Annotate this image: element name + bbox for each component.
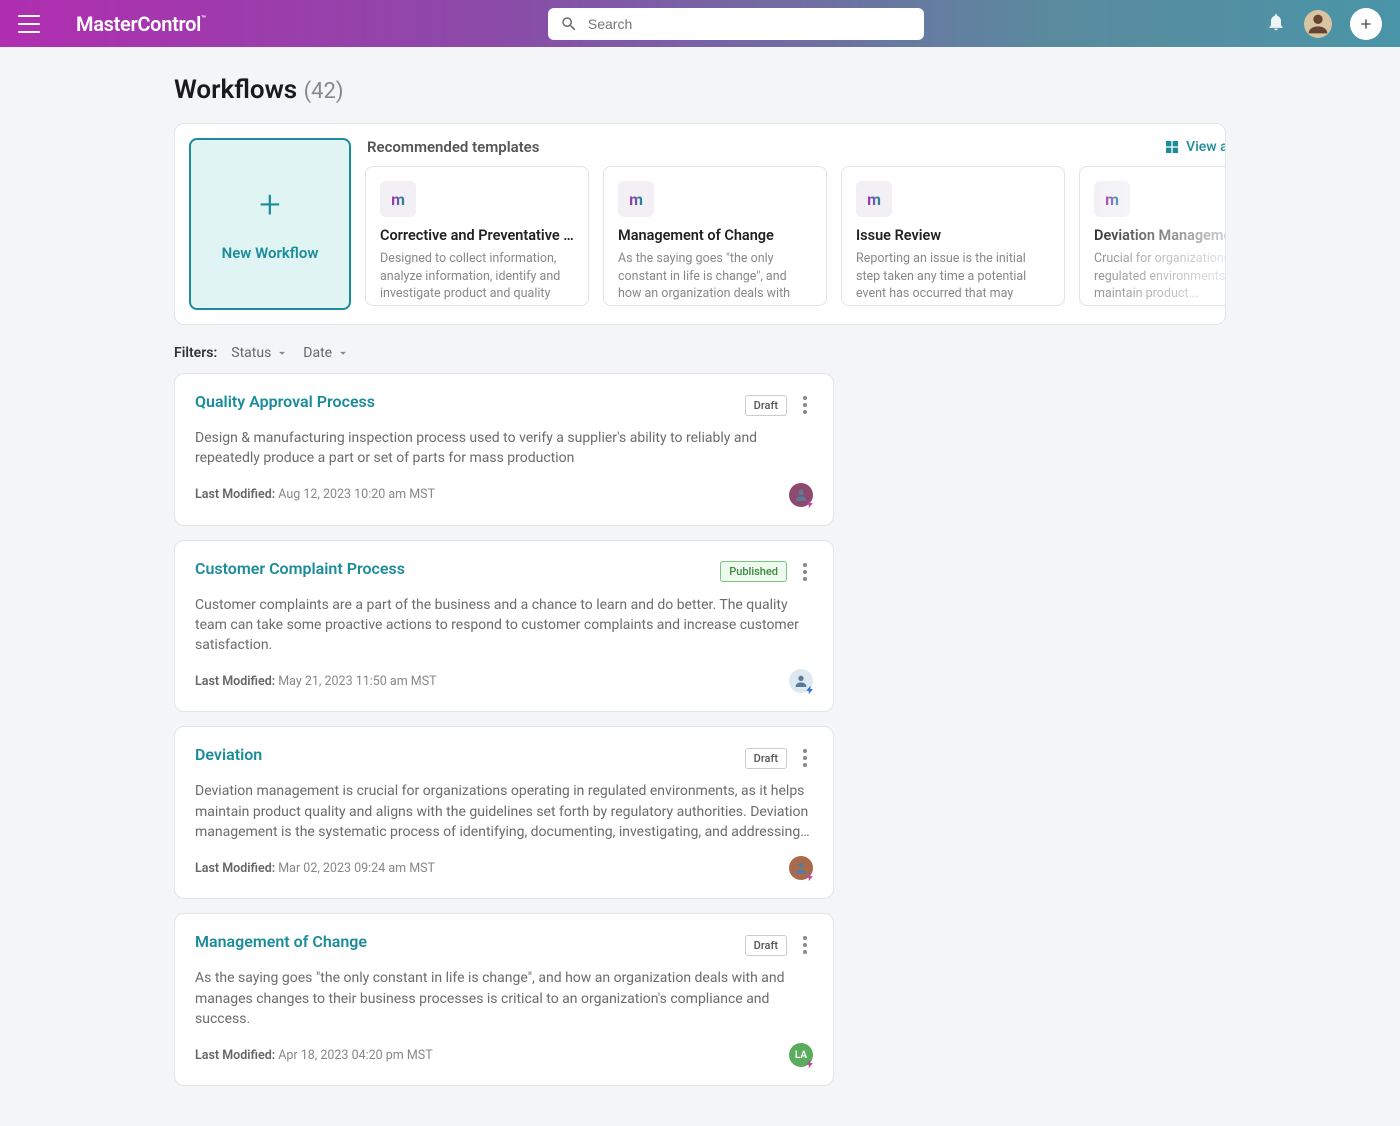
notifications-button[interactable] (1266, 12, 1286, 36)
workflow-menu-button[interactable] (797, 932, 813, 958)
view-all-templates-link[interactable]: View all templates (1164, 139, 1226, 155)
bolt-icon (805, 1059, 815, 1069)
filter-date[interactable]: Date (303, 345, 350, 361)
template-desc: Crucial for organizations in regulated e… (1094, 250, 1226, 303)
page-content: Workflows (42) + New Workflow Recommende… (174, 47, 1226, 1126)
template-title: Issue Review (856, 227, 1050, 244)
search-container (206, 8, 1266, 40)
bolt-icon (805, 685, 815, 695)
brand-logo: MasterControl™ (76, 12, 206, 36)
template-card[interactable]: m Issue Review Reporting an issue is the… (841, 166, 1065, 306)
templates-panel: + New Workflow Recommended templates Vie… (174, 123, 1226, 325)
workflow-count: (42) (304, 79, 344, 104)
workflow-description: Deviation management is crucial for orga… (195, 781, 813, 842)
last-modified: Last Modified: Mar 02, 2023 09:24 am MST (195, 861, 435, 876)
owner-avatar[interactable] (789, 669, 813, 693)
workflow-list: Quality Approval Process Draft Design & … (174, 373, 834, 1086)
template-carousel: m Corrective and Preventative A... Desig… (365, 166, 1226, 306)
plus-icon (1358, 16, 1374, 32)
status-badge: Draft (745, 395, 787, 416)
owner-avatar[interactable] (789, 856, 813, 880)
filters-label: Filters: (174, 345, 217, 361)
template-title: Corrective and Preventative A... (380, 227, 574, 244)
filter-status[interactable]: Status (231, 345, 289, 361)
bolt-icon (805, 872, 815, 882)
user-avatar[interactable] (1304, 10, 1332, 38)
workflow-title-link[interactable]: Management of Change (195, 932, 367, 951)
bolt-icon (805, 499, 815, 509)
last-modified: Last Modified: Aug 12, 2023 10:20 am MST (195, 487, 435, 502)
workflow-menu-button[interactable] (797, 745, 813, 771)
add-button[interactable] (1350, 8, 1382, 40)
app-header: MasterControl™ (0, 0, 1400, 47)
search-icon (560, 15, 578, 33)
new-workflow-card[interactable]: + New Workflow (189, 138, 351, 310)
chevron-down-icon (336, 346, 350, 360)
workflow-menu-button[interactable] (797, 392, 813, 418)
template-card[interactable]: m Deviation Management Crucial for organ… (1079, 166, 1226, 306)
template-icon: m (618, 181, 654, 217)
grid-icon (1164, 139, 1180, 155)
template-title: Deviation Management (1094, 227, 1226, 244)
page-title: Workflows (42) (174, 75, 1226, 105)
new-workflow-label: New Workflow (222, 244, 319, 262)
template-desc: As the saying goes "the only constant in… (618, 250, 812, 304)
search-box[interactable] (548, 8, 924, 40)
workflow-menu-button[interactable] (797, 559, 813, 585)
template-desc: Reporting an issue is the initial step t… (856, 250, 1050, 304)
owner-avatar[interactable] (789, 483, 813, 507)
template-title: Management of Change (618, 227, 812, 244)
template-icon: m (856, 181, 892, 217)
workflow-description: As the saying goes "the only constant in… (195, 968, 813, 1029)
workflow-card: Deviation Draft Deviation management is … (174, 726, 834, 899)
filters-row: Filters: Status Date (174, 345, 1226, 361)
templates-section-title: Recommended templates (367, 138, 539, 156)
workflow-card: Customer Complaint Process Published Cus… (174, 540, 834, 713)
workflow-title-link[interactable]: Quality Approval Process (195, 392, 375, 411)
menu-button[interactable] (18, 15, 40, 33)
plus-icon: + (259, 186, 280, 224)
last-modified: Last Modified: Apr 18, 2023 04:20 pm MST (195, 1048, 433, 1063)
template-desc: Designed to collect information, analyze… (380, 250, 574, 304)
status-badge: Draft (745, 935, 787, 956)
owner-avatar[interactable]: LA (789, 1043, 813, 1067)
search-input[interactable] (588, 16, 912, 32)
workflow-card: Quality Approval Process Draft Design & … (174, 373, 834, 526)
template-card[interactable]: m Management of Change As the saying goe… (603, 166, 827, 306)
workflow-title-link[interactable]: Deviation (195, 745, 262, 764)
template-icon: m (380, 181, 416, 217)
last-modified: Last Modified: May 21, 2023 11:50 am MST (195, 674, 437, 689)
chevron-down-icon (275, 346, 289, 360)
status-badge: Published (720, 561, 787, 582)
workflow-card: Management of Change Draft As the saying… (174, 913, 834, 1086)
bell-icon (1266, 12, 1286, 32)
status-badge: Draft (745, 748, 787, 769)
workflow-description: Customer complaints are a part of the bu… (195, 595, 813, 656)
header-actions (1266, 8, 1382, 40)
workflow-title-link[interactable]: Customer Complaint Process (195, 559, 405, 578)
template-icon: m (1094, 181, 1130, 217)
template-card[interactable]: m Corrective and Preventative A... Desig… (365, 166, 589, 306)
workflow-description: Design & manufacturing inspection proces… (195, 428, 813, 469)
